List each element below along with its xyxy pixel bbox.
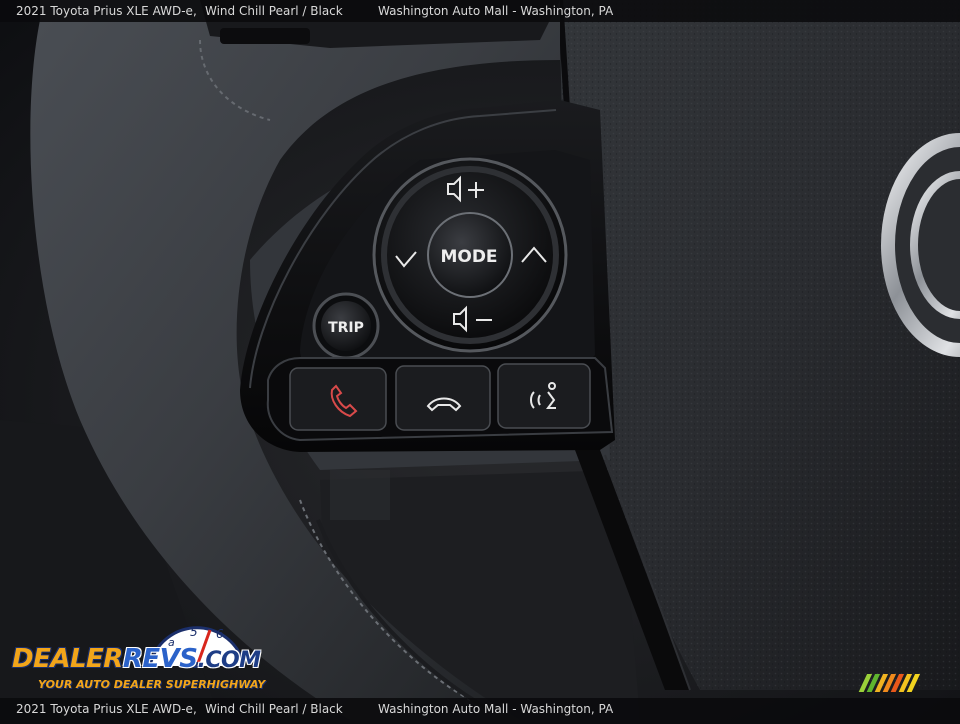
caption-dealer-bottom: Washington Auto Mall - Washington, PA [378, 702, 614, 716]
voice-command-button[interactable] [497, 363, 591, 429]
caption-vehicle: 2021 Toyota Prius XLE AWD-e, [16, 4, 197, 18]
svg-text:5: 5 [190, 625, 198, 639]
trip-button[interactable]: TRIP [312, 292, 380, 360]
caption-vehicle-bottom: 2021 Toyota Prius XLE AWD-e, [16, 702, 197, 716]
dealerrevs-watermark-logo: a 5 6 DEALERREVS.COM YOUR AUTO DEALER SU… [12, 622, 266, 694]
dealerrevs-wordmark: DEALERREVS.COM [12, 644, 261, 674]
caption-dealer: Washington Auto Mall - Washington, PA [378, 4, 614, 18]
dealerrevs-tagline: YOUR AUTO DEALER SUPERHIGHWAY [38, 678, 266, 691]
steering-wheel-photo: MODE TRIP [0, 0, 960, 720]
stripes-logo-icon [858, 674, 921, 692]
caption-bar-top: 2021 Toyota Prius XLE AWD-e, Wind Chill … [0, 0, 960, 22]
svg-text:6: 6 [216, 627, 224, 641]
mode-label: MODE [440, 247, 497, 267]
photo-scene: MODE TRIP [0, 0, 960, 720]
mode-button[interactable]: MODE [427, 212, 513, 298]
hangup-button[interactable] [395, 365, 491, 431]
caption-color: Wind Chill Pearl / Black [205, 4, 343, 18]
caption-color-bottom: Wind Chill Pearl / Black [205, 702, 343, 716]
caption-bar-bottom: 2021 Toyota Prius XLE AWD-e, Wind Chill … [0, 698, 960, 720]
trip-label: TRIP [328, 320, 364, 336]
call-button[interactable] [289, 367, 387, 431]
